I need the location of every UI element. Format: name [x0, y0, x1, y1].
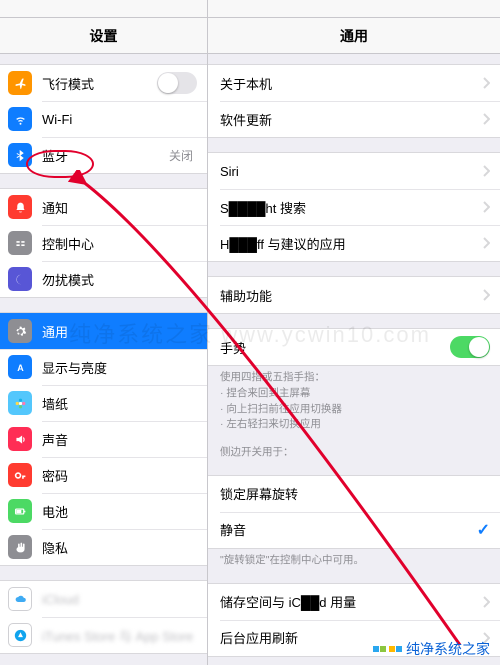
sidebar-item-bluetooth[interactable]: 蓝牙关闭: [0, 137, 207, 173]
privacy-icon: [8, 535, 32, 559]
general-siri[interactable]: Siri: [208, 153, 500, 189]
gestures-label: 手势: [220, 338, 450, 357]
display-label: 显示与亮度: [42, 358, 197, 377]
chevron-right-icon: [482, 77, 490, 89]
controlcenter-icon: [8, 231, 32, 255]
battery-icon: [8, 499, 32, 523]
check-icon: ✓: [477, 520, 490, 540]
chevron-right-icon: [482, 201, 490, 213]
general-mute[interactable]: 静音✓: [208, 512, 500, 548]
controlcenter-label: 控制中心: [42, 234, 197, 253]
general-storage[interactable]: 储存空间与 iC██d 用量: [208, 584, 500, 620]
status-bar-left: [0, 0, 207, 18]
lockrotation-label: 锁定屏幕旋转: [220, 484, 490, 503]
sidebar-item-privacy[interactable]: 隐私: [0, 529, 207, 565]
wifi-icon: [8, 107, 32, 131]
chevron-right-icon: [482, 113, 490, 125]
general-label: 通用: [42, 322, 197, 341]
sidebar-item-appstore[interactable]: iTunes Store 与 App Store: [0, 617, 207, 653]
general-spotlight[interactable]: S████ht 搜索: [208, 189, 500, 225]
sidebar-item-sounds[interactable]: 声音: [0, 421, 207, 457]
chevron-right-icon: [482, 237, 490, 249]
general-update[interactable]: 软件更新: [208, 101, 500, 137]
dnd-label: 勿扰模式: [42, 270, 197, 289]
sidebar-item-dnd[interactable]: 勿扰模式: [0, 261, 207, 297]
passcode-label: 密码: [42, 466, 197, 485]
sounds-icon: [8, 427, 32, 451]
bluetooth-value: 关闭: [169, 147, 193, 164]
airplane-label: 飞行模式: [42, 74, 157, 93]
airplane-toggle[interactable]: [157, 72, 197, 94]
sidebar-item-passcode[interactable]: 密码: [0, 457, 207, 493]
general-about[interactable]: 关于本机: [208, 65, 500, 101]
appstore-icon: [8, 623, 32, 647]
notifications-icon: [8, 195, 32, 219]
general-gestures[interactable]: 手势: [208, 329, 500, 365]
sidebar-item-icloud[interactable]: iCloud: [0, 581, 207, 617]
side-switch-header: 侧边开关用于：: [208, 441, 500, 461]
status-bar-right: [208, 0, 500, 18]
appstore-label: iTunes Store 与 App Store: [42, 626, 197, 645]
passcode-icon: [8, 463, 32, 487]
icloud-icon: [8, 587, 32, 611]
about-label: 关于本机: [220, 74, 482, 93]
general-lockrotation[interactable]: 锁定屏幕旋转: [208, 476, 500, 512]
gesture-footnote: 使用四指或五指手指：· 捏合来回到主屏幕· 向上扫扫前往应用切换器· 左右轻扫来…: [208, 366, 500, 433]
brand-logo: 纯净系统之家: [373, 639, 490, 659]
left-title: 设置: [0, 18, 207, 54]
icloud-label: iCloud: [42, 592, 197, 607]
notifications-label: 通知: [42, 198, 197, 217]
right-title: 通用: [208, 18, 500, 54]
privacy-label: 隐私: [42, 538, 197, 557]
sidebar-item-general[interactable]: 通用: [0, 313, 207, 349]
wallpaper-icon: [8, 391, 32, 415]
chevron-right-icon: [482, 596, 490, 608]
airplane-icon: [8, 71, 32, 95]
spotlight-label: S████ht 搜索: [220, 198, 482, 217]
sidebar-item-notifications[interactable]: 通知: [0, 189, 207, 225]
sidebar-item-controlcenter[interactable]: 控制中心: [0, 225, 207, 261]
siri-label: Siri: [220, 164, 482, 179]
chevron-right-icon: [482, 165, 490, 177]
handoff-label: H███ff 与建议的应用: [220, 234, 482, 253]
dnd-icon: [8, 267, 32, 291]
gestures-toggle[interactable]: [450, 336, 490, 358]
chevron-right-icon: [482, 289, 490, 301]
battery-label: 电池: [42, 502, 197, 521]
sidebar-item-wallpaper[interactable]: 墙纸: [0, 385, 207, 421]
general-handoff[interactable]: H███ff 与建议的应用: [208, 225, 500, 261]
general-accessibility[interactable]: 辅助功能: [208, 277, 500, 313]
bluetooth-icon: [8, 143, 32, 167]
bluetooth-label: 蓝牙: [42, 146, 169, 165]
sidebar-item-display[interactable]: A 显示与亮度: [0, 349, 207, 385]
display-icon: A: [8, 355, 32, 379]
general-icon: [8, 319, 32, 343]
sounds-label: 声音: [42, 430, 197, 449]
accessibility-label: 辅助功能: [220, 286, 482, 305]
storage-label: 储存空间与 iC██d 用量: [220, 592, 482, 611]
sidebar-item-battery[interactable]: 电池: [0, 493, 207, 529]
mute-label: 静音: [220, 520, 477, 539]
update-label: 软件更新: [220, 110, 482, 129]
wifi-label: Wi-Fi: [42, 112, 193, 127]
footnote-4: "旋转锁定"在控制中心中可用。: [208, 549, 500, 569]
sidebar-item-wifi[interactable]: Wi-Fi: [0, 101, 207, 137]
wallpaper-label: 墙纸: [42, 394, 197, 413]
sidebar-item-airplane[interactable]: 飞行模式: [0, 65, 207, 101]
svg-text:A: A: [17, 362, 24, 372]
